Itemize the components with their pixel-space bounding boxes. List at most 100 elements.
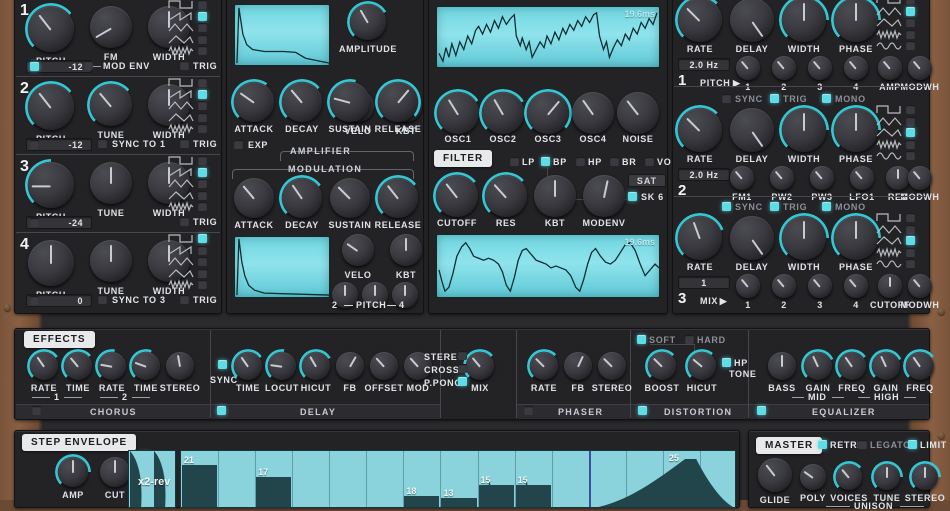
lfo3-trig-led[interactable] xyxy=(770,202,779,211)
lfo3-wave-led-3[interactable] xyxy=(906,247,915,257)
lfo3-wave-led-4[interactable] xyxy=(906,259,915,268)
eq-knob-1[interactable] xyxy=(768,352,796,380)
eq-enable-led[interactable] xyxy=(757,406,766,415)
osc2-wave-led-0[interactable] xyxy=(198,78,207,87)
osc4-wave-led-3[interactable] xyxy=(198,268,207,278)
lfo1-wave-led-3[interactable] xyxy=(906,29,915,39)
lfo1-rate-value[interactable]: 2.0 Hz xyxy=(678,58,730,71)
amplitude-knob[interactable] xyxy=(347,1,389,43)
delay-mode-led-0[interactable] xyxy=(458,351,467,360)
delay-fb-knob[interactable] xyxy=(336,352,364,380)
lfo1-dest-knob-2[interactable] xyxy=(772,56,796,80)
lfo3-phase-knob[interactable] xyxy=(831,213,881,263)
lfo3-dest-knob-5[interactable] xyxy=(878,274,902,298)
master-voices-knob[interactable] xyxy=(833,461,865,493)
delay-mode-led-1[interactable] xyxy=(458,364,467,373)
mixer-noise-knob[interactable] xyxy=(617,92,659,134)
mixer-osc2-knob[interactable] xyxy=(479,89,527,137)
lfo3-rate-value[interactable]: 1 xyxy=(678,276,730,289)
osc4-trig-led[interactable] xyxy=(180,295,189,304)
lfo2-wave-led-2[interactable] xyxy=(906,128,915,137)
mixer-osc4-knob[interactable] xyxy=(572,92,614,134)
master-limit-led[interactable] xyxy=(908,440,917,449)
lfo1-wave-led-4[interactable] xyxy=(906,41,915,50)
eq-knob-5[interactable] xyxy=(903,349,937,383)
osc3-wave-led-0[interactable] xyxy=(198,156,207,165)
master-retrig-led[interactable] xyxy=(818,440,827,449)
osc4-wave-led-4[interactable] xyxy=(198,280,207,289)
master-poly-knob[interactable] xyxy=(800,464,826,490)
osc4-wave-led-0[interactable] xyxy=(198,234,207,243)
osc1-pitch-value-led[interactable] xyxy=(30,62,39,71)
filter-sat-button[interactable]: SAT xyxy=(628,174,666,187)
lfo3-rate-knob[interactable] xyxy=(675,213,725,263)
mod-decay-knob[interactable] xyxy=(279,175,325,221)
osc1-wave-led-2[interactable] xyxy=(198,23,207,32)
delay-enable-led[interactable] xyxy=(217,406,226,415)
filter-mode-led-br[interactable] xyxy=(610,157,619,166)
osc2-pitch-value-led[interactable] xyxy=(30,140,39,149)
osc2-wave-led-3[interactable] xyxy=(198,112,207,122)
filter-mode-led-hp[interactable] xyxy=(576,157,585,166)
amp-exp-led[interactable] xyxy=(234,140,243,149)
osc3-wave-led-2[interactable] xyxy=(198,179,207,188)
filter-kbt-knob[interactable] xyxy=(534,175,576,217)
lfo1-dest-knob-3[interactable] xyxy=(808,56,832,80)
lfo1-dest-knob-1[interactable] xyxy=(736,56,760,80)
distortion-mode-led-soft[interactable] xyxy=(637,335,646,344)
phaser-rate-knob[interactable] xyxy=(527,349,561,383)
osc2-pitch-knob[interactable] xyxy=(25,81,77,133)
lfo1-rate-knob[interactable] xyxy=(675,0,725,45)
osc4-wave-led-2[interactable] xyxy=(198,257,207,266)
filter-modenv-knob[interactable] xyxy=(583,175,625,217)
lfo3-dest-knob-6[interactable] xyxy=(908,274,932,298)
lfo2-phase-knob[interactable] xyxy=(831,105,881,155)
delay-locut-knob[interactable] xyxy=(265,349,299,383)
chorus-knob-4[interactable] xyxy=(129,349,163,383)
delay-time-knob[interactable] xyxy=(231,349,265,383)
lfo3-delay-knob[interactable] xyxy=(730,216,774,260)
lfo2-dest-knob-1[interactable] xyxy=(730,166,754,190)
osc2-tune-knob[interactable] xyxy=(87,81,135,129)
lfo3-width-knob[interactable] xyxy=(779,213,829,263)
amp-sustain-knob[interactable] xyxy=(327,79,373,125)
master-glide-knob[interactable] xyxy=(758,458,792,492)
amp-decay-knob[interactable] xyxy=(279,79,325,125)
chorus-knob-2[interactable] xyxy=(61,349,95,383)
distortion-hicut-knob[interactable] xyxy=(685,349,719,383)
osc3-wave-led-4[interactable] xyxy=(198,202,207,211)
osc1-wave-led-0[interactable] xyxy=(198,0,207,9)
osc2-sync-led[interactable] xyxy=(98,139,107,148)
osc4-wave-led-1[interactable] xyxy=(198,245,207,255)
filter-mode-led-bp[interactable] xyxy=(541,157,550,166)
amp-release-knob[interactable] xyxy=(375,79,421,125)
mod-kbt-knob[interactable] xyxy=(390,234,422,266)
lfo2-dest-knob-4[interactable] xyxy=(850,166,874,190)
osc2-wave-led-4[interactable] xyxy=(198,124,207,133)
filter-cutoff-knob[interactable] xyxy=(433,172,481,220)
mod-attack-knob[interactable] xyxy=(234,178,274,218)
delay-mix-knob[interactable] xyxy=(463,349,497,383)
osc4-pitch-value-led[interactable] xyxy=(30,296,39,305)
lfo3-dest-knob-1[interactable] xyxy=(736,274,760,298)
osc1-trig-led[interactable] xyxy=(180,61,189,70)
lfo3-sync-led[interactable] xyxy=(722,202,731,211)
delay-sync-led[interactable] xyxy=(218,360,227,369)
osc1-modenv-led[interactable] xyxy=(84,61,93,70)
distortion-mode-led-hard[interactable] xyxy=(685,335,694,344)
lfo1-wave-led-0[interactable] xyxy=(906,0,915,4)
lfo2-width-knob[interactable] xyxy=(779,105,829,155)
master-stereo-knob[interactable] xyxy=(909,461,941,493)
lfo2-wave-led-1[interactable] xyxy=(906,116,915,126)
chorus-enable-led[interactable] xyxy=(32,406,41,415)
osc1-pitch-knob[interactable] xyxy=(25,3,77,55)
lfo3-wave-led-1[interactable] xyxy=(906,224,915,234)
eq-knob-4[interactable] xyxy=(869,349,903,383)
lfo2-wave-led-3[interactable] xyxy=(906,139,915,149)
master-legato-led[interactable] xyxy=(858,440,867,449)
filter-mode-led-vo[interactable] xyxy=(645,157,654,166)
chorus-knob-3[interactable] xyxy=(95,349,129,383)
lfo2-delay-knob[interactable] xyxy=(730,108,774,152)
mod-release-knob[interactable] xyxy=(375,175,421,221)
lfo3-wave-led-0[interactable] xyxy=(906,213,915,222)
